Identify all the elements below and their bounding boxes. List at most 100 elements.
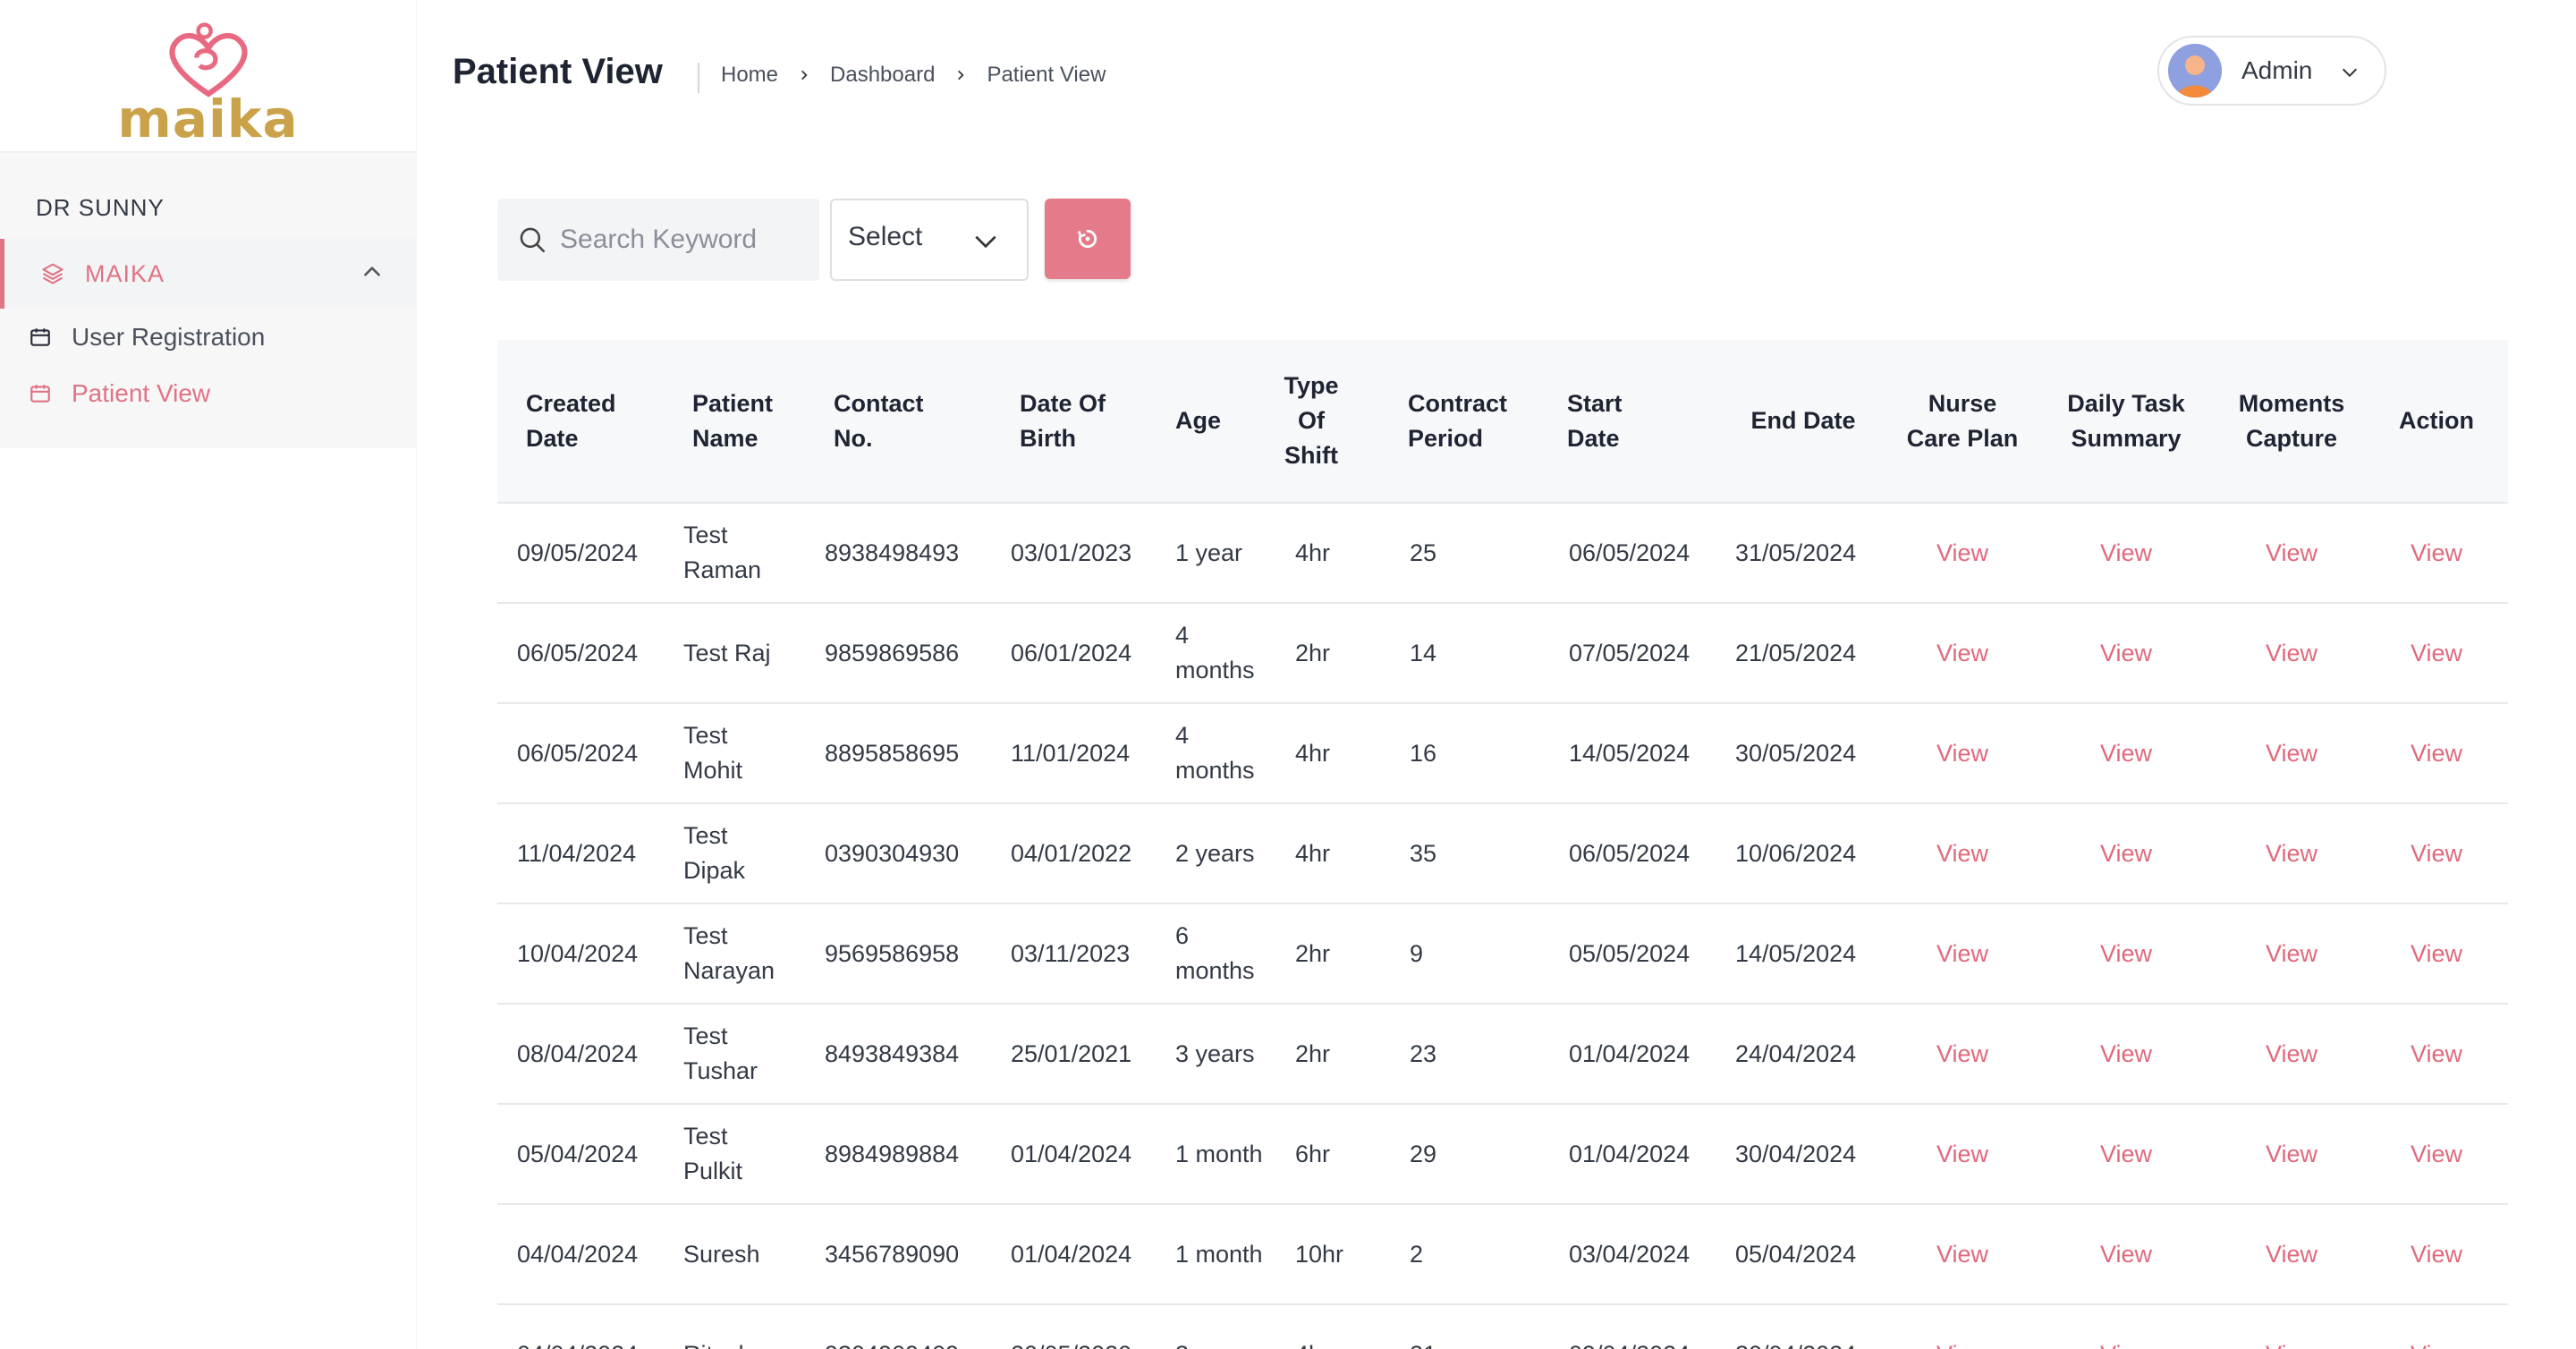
action-view-link[interactable]: View [2365,1204,2508,1304]
cell-contract-period: 2 [1410,1240,1424,1268]
table-row: 08/04/2024 Test Tushar 8493849384 25/01/202… [497,1004,2508,1104]
cell-created-date: 06/05/2024 [517,639,639,666]
column-header[interactable]: Contract Period [1390,340,1549,503]
cell-start-date: 06/05/2024 [1569,539,1690,566]
column-header[interactable]: Action [2365,340,2508,503]
cell-patient-name: Test Tushar [683,1022,758,1084]
patient-table: Created Date Patient Name Contact No. Da… [497,340,2508,1349]
column-header[interactable]: Age [1156,340,1275,503]
daily-task-summary-view-link[interactable]: View [2034,1104,2218,1204]
breadcrumb-home[interactable]: Home [721,63,778,88]
cell-created-date: 08/04/2024 [517,1039,639,1067]
cell-type-of-shift: 4hr [1295,539,1331,566]
nurse-care-plan-view-link[interactable]: View [1891,1104,2034,1204]
daily-task-summary-view-link[interactable]: View [2034,603,2218,703]
moments-capture-view-link[interactable]: View [2218,803,2365,904]
sidebar-group-maika[interactable]: MAIKA [0,239,416,309]
daily-task-summary-view-link[interactable]: View [2034,703,2218,803]
daily-task-summary-view-link[interactable]: View [2034,503,2218,603]
daily-task-summary-view-link[interactable]: View [2034,1304,2218,1349]
cell-age: 1 year [1175,539,1243,566]
moments-capture-view-link[interactable]: View [2218,1104,2365,1204]
nurse-care-plan-view-link[interactable]: View [1891,1304,2034,1349]
moments-capture-view-link[interactable]: View [2218,503,2365,603]
sidebar-item-user-registration[interactable]: User Registration [0,309,416,365]
sidebar-item-patient-view[interactable]: Patient View [0,365,416,421]
action-view-link[interactable]: View [2365,1104,2508,1204]
maika-logo[interactable]: maika [117,9,298,145]
moments-capture-view-link[interactable]: View [2218,703,2365,803]
cell-age: 4 months [1175,622,1255,683]
column-header[interactable]: Date Of Birth [991,340,1156,503]
nurse-care-plan-view-link[interactable]: View [1891,904,2034,1004]
nurse-care-plan-view-link[interactable]: View [1891,1204,2034,1304]
cell-contact-no: 8493849384 [825,1039,960,1067]
sidebar-group-label: MAIKA [85,259,165,287]
cell-age: 3 years [1175,1039,1255,1067]
nurse-care-plan-view-link[interactable]: View [1891,703,2034,803]
action-view-link[interactable]: View [2365,703,2508,803]
refresh-icon [1078,229,1097,249]
nurse-care-plan-view-link[interactable]: View [1891,1004,2034,1104]
column-header[interactable]: Nurse Care Plan [1891,340,2034,503]
column-header[interactable]: Patient Name [664,340,805,503]
moments-capture-view-link[interactable]: View [2218,1304,2365,1349]
action-view-link[interactable]: View [2365,603,2508,703]
moments-capture-view-link[interactable]: View [2218,1204,2365,1304]
daily-task-summary-view-link[interactable]: View [2034,904,2218,1004]
reset-button[interactable] [1045,199,1131,279]
cell-created-date: 05/04/2024 [517,1140,639,1167]
moments-capture-view-link[interactable]: View [2218,603,2365,703]
cell-contract-period: 23 [1410,1039,1437,1067]
column-header[interactable]: Type Of Shift [1275,340,1390,503]
column-header[interactable]: End Date [1716,340,1891,503]
patient-table-container[interactable]: Created Date Patient Name Contact No. Da… [497,340,2508,1349]
cell-contract-period: 16 [1410,739,1437,767]
column-header[interactable]: Moments Capture [2218,340,2365,503]
action-view-link[interactable]: View [2365,1004,2508,1104]
cell-contact-no: 8984989884 [825,1140,960,1167]
daily-task-summary-view-link[interactable]: View [2034,1004,2218,1104]
filter-select[interactable]: Select [830,199,1029,281]
breadcrumb-current: Patient View [987,63,1106,87]
cell-end-date: 10/06/2024 [1735,839,1857,867]
cell-date-of-birth: 04/01/2022 [1011,839,1132,867]
cell-patient-name: Test Mohit [683,722,743,784]
column-header[interactable]: Start Date [1549,340,1716,503]
user-name: Admin [2241,56,2313,84]
nurse-care-plan-view-link[interactable]: View [1891,603,2034,703]
cell-contract-period: 29 [1410,1140,1437,1167]
moments-capture-view-link[interactable]: View [2218,1004,2365,1104]
cell-contact-no: 3456789090 [825,1240,960,1268]
moments-capture-view-link[interactable]: View [2218,904,2365,1004]
daily-task-summary-view-link[interactable]: View [2034,1204,2218,1304]
breadcrumb-dashboard[interactable]: Dashboard [830,63,935,88]
cell-start-date: 14/05/2024 [1569,739,1690,767]
daily-task-summary-view-link[interactable]: View [2034,803,2218,904]
cell-age: 6 months [1175,922,1255,984]
user-menu[interactable]: Admin [2157,36,2386,106]
sidebar-item-label: User Registration [72,322,266,351]
cell-start-date: 07/05/2024 [1569,639,1690,666]
chevron-up-icon[interactable] [360,260,384,284]
cell-age: 1 month [1175,1240,1263,1268]
cell-date-of-birth: 25/01/2021 [1011,1039,1132,1067]
cell-date-of-birth: 03/11/2023 [1011,939,1131,967]
nurse-care-plan-view-link[interactable]: View [1891,803,2034,904]
header-divider [698,63,699,93]
cell-created-date: 06/05/2024 [517,739,639,767]
action-view-link[interactable]: View [2365,803,2508,904]
action-view-link[interactable]: View [2365,1304,2508,1349]
cell-end-date: 21/05/2024 [1735,639,1857,666]
action-view-link[interactable]: View [2365,503,2508,603]
column-header[interactable]: Created Date [497,340,664,503]
action-view-link[interactable]: View [2365,904,2508,1004]
nurse-care-plan-view-link[interactable]: View [1891,503,2034,603]
column-header[interactable]: Daily Task Summary [2034,340,2218,503]
cell-contract-period: 9 [1410,939,1424,967]
column-header[interactable]: Contact No. [805,340,991,503]
search-input[interactable] [560,225,810,255]
cell-created-date: 10/04/2024 [517,939,639,967]
cell-contact-no: 9569586958 [825,939,960,967]
layers-icon [42,263,64,284]
